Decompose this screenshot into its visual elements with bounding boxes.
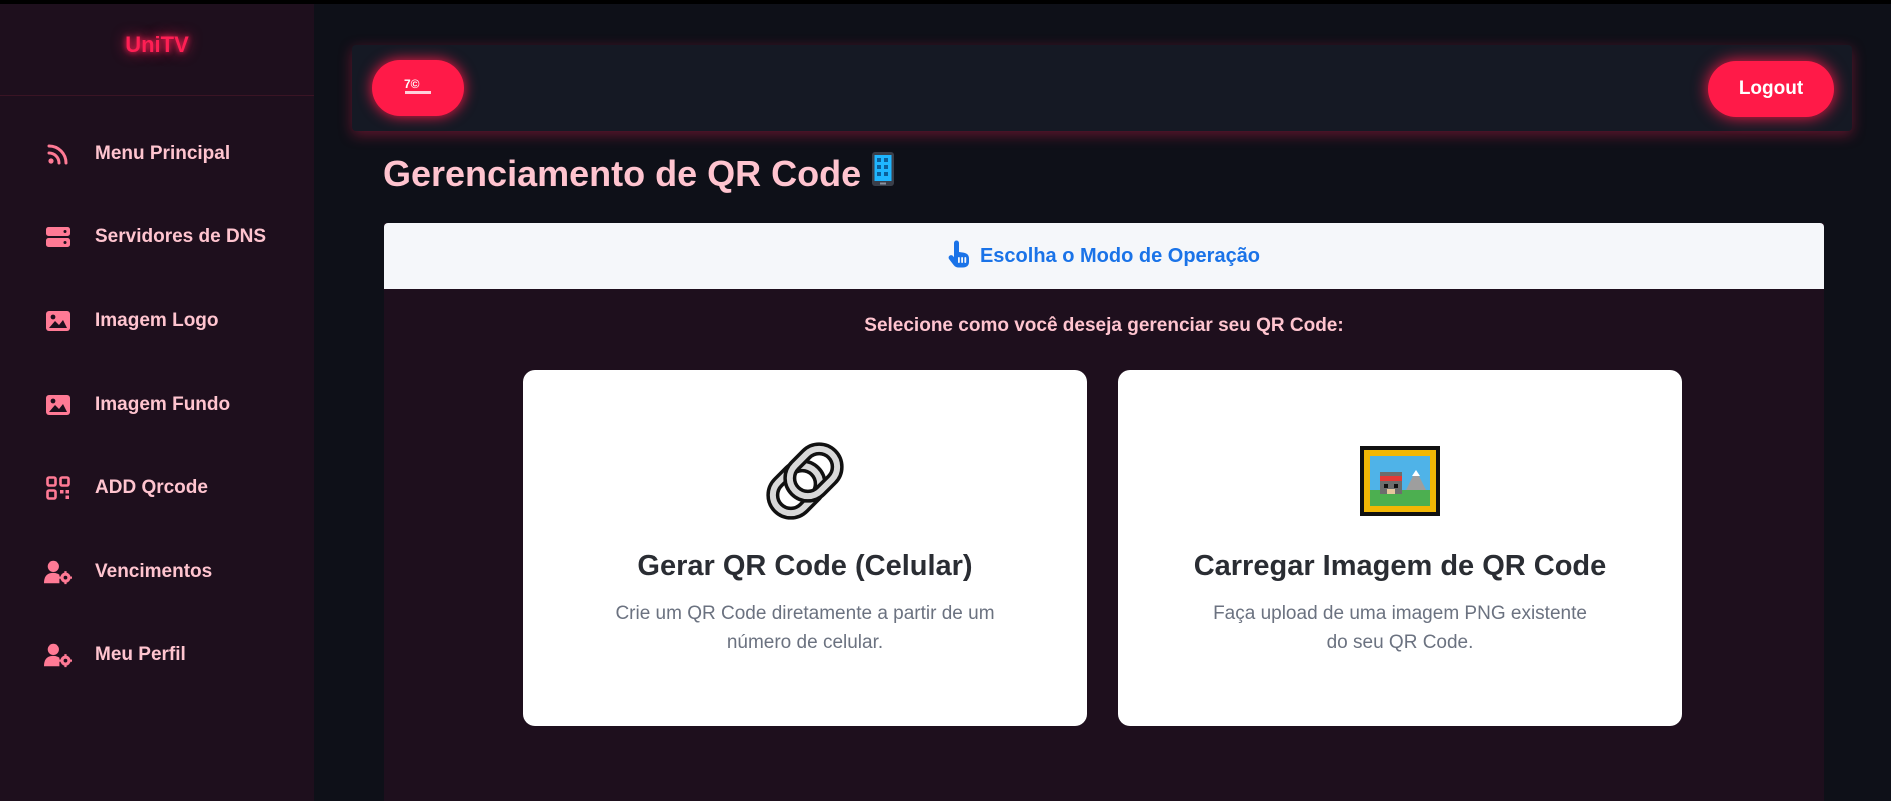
page-title: Gerenciamento de QR Code: [383, 151, 895, 196]
sidebar: UniTV Menu Principal Servidores de DNS I…: [0, 4, 314, 801]
sidebar-item-vencimentos[interactable]: Vencimentos: [0, 550, 314, 594]
brand-title[interactable]: UniTV: [125, 32, 189, 58]
option-title: Gerar QR Code (Celular): [637, 550, 973, 582]
option-upload-qr-image[interactable]: Carregar Imagem de QR Code Faça upload d…: [1118, 370, 1682, 726]
sidebar-item-label: Imagem Fundo: [95, 394, 231, 415]
qrcode-icon: [44, 474, 72, 502]
sidebar-item-label: ADD Qrcode: [95, 477, 208, 498]
top-header: 7© Logout: [352, 45, 1852, 131]
server-icon: [44, 223, 72, 251]
page-title-text: Gerenciamento de QR Code: [383, 152, 862, 194]
sidebar-item-meu-perfil[interactable]: Meu Perfil: [0, 633, 314, 677]
logo-button[interactable]: 7©: [372, 60, 464, 116]
option-generate-qr[interactable]: Gerar QR Code (Celular) Crie um QR Code …: [523, 370, 1087, 726]
sidebar-item-label: Meu Perfil: [95, 644, 186, 665]
sidebar-item-imagem-fundo[interactable]: Imagem Fundo: [0, 383, 314, 427]
option-description: Crie um QR Code diretamente a partir de …: [615, 603, 995, 653]
rss-icon: [44, 140, 72, 168]
sidebar-item-label: Servidores de DNS: [95, 226, 267, 247]
sidebar-item-label: Imagem Logo: [95, 310, 219, 331]
link-icon: [523, 440, 1087, 522]
card-header-label: Escolha o Modo de Operação: [979, 244, 1261, 267]
option-description: Faça upload de uma imagem PNG existente …: [1213, 603, 1587, 653]
user-gear-icon: [44, 641, 72, 669]
option-title: Carregar Imagem de QR Code: [1193, 550, 1607, 582]
pointer-hand-icon: [948, 240, 970, 273]
mode-instruction: Selecione como você deseja gerenciar seu…: [864, 315, 1344, 336]
user-gear-icon: [44, 558, 72, 586]
sidebar-item-menu-principal[interactable]: Menu Principal: [0, 132, 314, 176]
sidebar-item-label: Menu Principal: [95, 143, 231, 164]
logout-button[interactable]: Logout: [1708, 61, 1834, 117]
image-icon: [44, 307, 72, 335]
card-header: Escolha o Modo de Operação: [384, 223, 1824, 289]
mode-selection-card: Escolha o Modo de Operação Selecione com…: [384, 223, 1824, 801]
mobile-phone-icon: [871, 151, 895, 196]
sidebar-item-add-qrcode[interactable]: ADD Qrcode: [0, 466, 314, 510]
logo-badge-text: 7©: [404, 77, 420, 91]
sidebar-item-label: Vencimentos: [95, 561, 213, 582]
sidebar-brand: UniTV: [0, 4, 314, 96]
logo-badge-icon: 7©: [403, 75, 433, 102]
image-icon: [44, 391, 72, 419]
sidebar-item-servidores-dns[interactable]: Servidores de DNS: [0, 215, 314, 259]
framed-picture-icon: [1118, 440, 1682, 522]
sidebar-item-imagem-logo[interactable]: Imagem Logo: [0, 299, 314, 343]
